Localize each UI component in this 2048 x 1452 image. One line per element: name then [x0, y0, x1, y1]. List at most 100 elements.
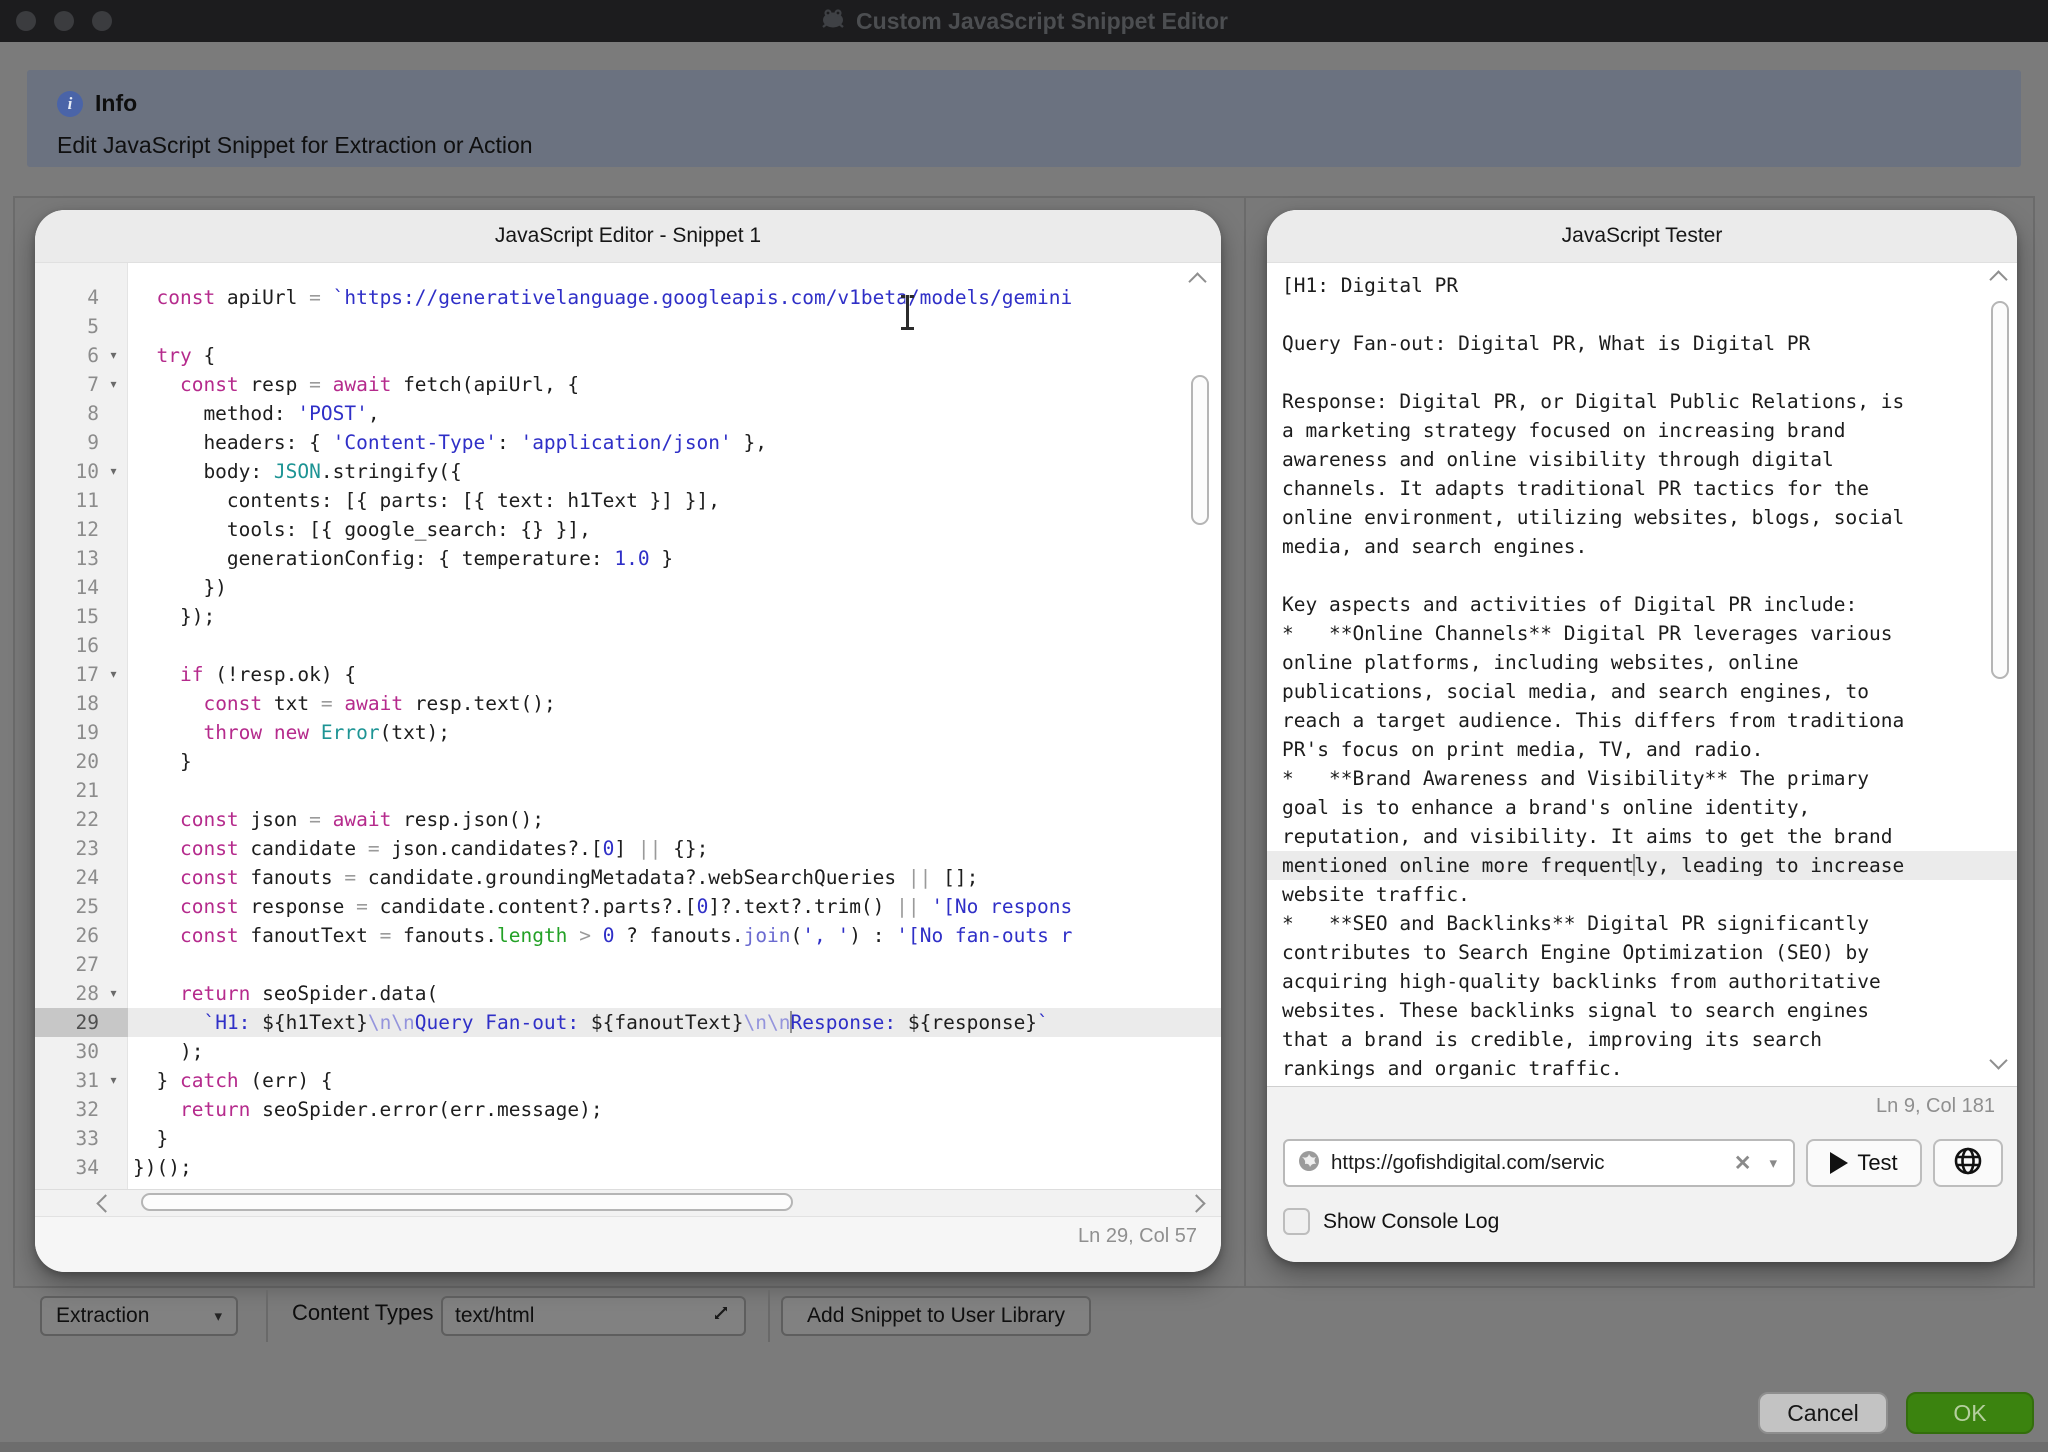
code-line[interactable]: 11 contents: [{ parts: [{ text: h1Text }…	[35, 486, 1221, 515]
tester-scrollbar-thumb[interactable]	[1991, 301, 2009, 679]
code-line[interactable]: 15 });	[35, 602, 1221, 631]
snippet-mode-select[interactable]: Extraction ▾	[40, 1296, 238, 1336]
ok-button[interactable]: OK	[1906, 1392, 2034, 1434]
code-line[interactable]: 18 const txt = await resp.text();	[35, 689, 1221, 718]
horizontal-scrollbar-thumb[interactable]	[141, 1193, 793, 1211]
tester-output-line: rankings and organic traffic.	[1267, 1054, 2017, 1083]
tester-output-line	[1267, 358, 2017, 387]
content-types-field[interactable]: text/html	[441, 1296, 746, 1336]
url-dropdown-caret-icon[interactable]: ▾	[1769, 1154, 1777, 1172]
tester-title: JavaScript Tester	[1267, 210, 2017, 263]
vertical-scrollbar-thumb[interactable]	[1191, 375, 1209, 525]
code-line[interactable]: 5	[35, 312, 1221, 341]
code-line[interactable]: 26 const fanoutText = fanouts.length > 0…	[35, 921, 1221, 950]
tester-output-line: PR's focus on print media, TV, and radio…	[1267, 735, 2017, 764]
code-line[interactable]: 30 );	[35, 1037, 1221, 1066]
tester-output-line: a marketing strategy focused on increasi…	[1267, 416, 2017, 445]
info-panel: i Info Edit JavaScript Snippet for Extra…	[27, 70, 2021, 167]
code-line[interactable]: 28▾ return seoSpider.data(	[35, 979, 1221, 1008]
tester-controls: Ln 9, Col 181 https://gofishdigital.com/…	[1267, 1086, 2017, 1262]
code-line[interactable]: 27	[35, 950, 1221, 979]
line-number: 21	[35, 776, 99, 805]
line-number: 33	[35, 1124, 99, 1153]
mouse-cursor	[897, 295, 919, 330]
code-line[interactable]: 29 `H1: ${h1Text}\n\nQuery Fan-out: ${fa…	[35, 1008, 1221, 1037]
tester-output-line: mentioned online more frequently, leadin…	[1267, 851, 2017, 880]
line-number: 5	[35, 312, 99, 341]
url-value[interactable]: https://gofishdigital.com/servic	[1331, 1151, 1724, 1175]
fold-caret-icon[interactable]: ▾	[99, 1066, 128, 1095]
tester-output-line: reach a target audience. This differs fr…	[1267, 706, 2017, 735]
code-line[interactable]: 32 return seoSpider.error(err.message);	[35, 1095, 1221, 1124]
code-editor[interactable]: 4 const apiUrl = `https://generativelang…	[35, 263, 1221, 1189]
horizontal-scrollbar[interactable]	[35, 1189, 1221, 1216]
divider	[768, 1290, 770, 1342]
scroll-right-arrow[interactable]	[1190, 1197, 1203, 1215]
snippet-editor-window: Custom JavaScript Snippet Editor i Info …	[0, 0, 2048, 1452]
line-number: 22	[35, 805, 99, 834]
code-line[interactable]: 23 const candidate = json.candidates?.[0…	[35, 834, 1221, 863]
tester-output-line: goal is to enhance a brand's online iden…	[1267, 793, 2017, 822]
fold-caret-icon[interactable]: ▾	[99, 341, 128, 370]
code-line[interactable]: 4 const apiUrl = `https://generativelang…	[35, 283, 1221, 312]
scroll-up-arrow[interactable]	[1191, 275, 1204, 293]
tester-output[interactable]: [H1: Digital PRQuery Fan-out: Digital PR…	[1267, 263, 2017, 1086]
code-line[interactable]: 17▾ if (!resp.ok) {	[35, 660, 1221, 689]
code-line[interactable]: 21	[35, 776, 1221, 805]
url-input[interactable]: https://gofishdigital.com/servic ✕ ▾	[1283, 1139, 1795, 1187]
cancel-button[interactable]: Cancel	[1758, 1392, 1888, 1434]
code-line[interactable]: 31▾ } catch (err) {	[35, 1066, 1221, 1095]
code-line[interactable]: 12 tools: [{ google_search: {} }],	[35, 515, 1221, 544]
code-line[interactable]: 20 }	[35, 747, 1221, 776]
line-number: 18	[35, 689, 99, 718]
tester-output-line: media, and search engines.	[1267, 532, 2017, 561]
line-number: 12	[35, 515, 99, 544]
test-button[interactable]: Test	[1806, 1139, 1922, 1187]
browser-globe-icon	[1953, 1146, 1983, 1181]
add-snippet-to-library-button[interactable]: Add Snippet to User Library	[781, 1296, 1091, 1336]
tester-output-line: websites. These backlinks signal to sear…	[1267, 996, 2017, 1025]
code-line[interactable]: 24 const fanouts = candidate.groundingMe…	[35, 863, 1221, 892]
code-line[interactable]: 9 headers: { 'Content-Type': 'applicatio…	[35, 428, 1221, 457]
info-icon: i	[57, 91, 83, 117]
fold-caret-icon[interactable]: ▾	[99, 457, 128, 486]
fold-caret-icon[interactable]: ▾	[99, 370, 128, 399]
tester-output-line: * **SEO and Backlinks** Digital PR signi…	[1267, 909, 2017, 938]
clear-url-icon[interactable]: ✕	[1734, 1151, 1752, 1176]
code-line[interactable]: 34})();	[35, 1153, 1221, 1182]
fold-caret-icon[interactable]: ▾	[99, 979, 128, 1008]
editor-title: JavaScript Editor - Snippet 1	[35, 210, 1221, 263]
bottom-bar: Extraction ▾ Content Types text/html Add…	[0, 1292, 2048, 1340]
code-line[interactable]: 22 const json = await resp.json();	[35, 805, 1221, 834]
line-number: 27	[35, 950, 99, 979]
line-number: 11	[35, 486, 99, 515]
code-line[interactable]: 33 }	[35, 1124, 1221, 1153]
code-line[interactable]: 13 generationConfig: { temperature: 1.0 …	[35, 544, 1221, 573]
tester-scroll-down-arrow[interactable]	[1992, 1054, 2005, 1072]
show-console-log-checkbox[interactable]	[1283, 1208, 1310, 1235]
tester-output-line: Query Fan-out: Digital PR, What is Digit…	[1267, 329, 2017, 358]
tester-scroll-up-arrow[interactable]	[1992, 273, 2005, 291]
line-number: 9	[35, 428, 99, 457]
tester-output-line: reputation, and visibility. It aims to g…	[1267, 822, 2017, 851]
tester-output-line: publications, social media, and search e…	[1267, 677, 2017, 706]
code-line[interactable]: 7▾ const resp = await fetch(apiUrl, {	[35, 370, 1221, 399]
code-line[interactable]: 16	[35, 631, 1221, 660]
code-line[interactable]: 14 })	[35, 573, 1221, 602]
code-line[interactable]: 10▾ body: JSON.stringify({	[35, 457, 1221, 486]
open-in-browser-button[interactable]	[1933, 1139, 2003, 1187]
tester-output-line: contributes to Search Engine Optimizatio…	[1267, 938, 2017, 967]
app-icon	[820, 5, 846, 37]
expand-icon[interactable]	[710, 1302, 732, 1330]
code-line[interactable]: 6▾ try {	[35, 341, 1221, 370]
code-line[interactable]: 19 throw new Error(txt);	[35, 718, 1221, 747]
fold-caret-icon[interactable]: ▾	[99, 660, 128, 689]
line-number: 4	[35, 283, 99, 312]
line-number: 17	[35, 660, 99, 689]
tester-output-line: acquiring high-quality backlinks from au…	[1267, 967, 2017, 996]
divider	[266, 1290, 268, 1342]
tester-output-line	[1267, 561, 2017, 590]
code-line[interactable]: 25 const response = candidate.content?.p…	[35, 892, 1221, 921]
scroll-left-arrow[interactable]	[99, 1197, 112, 1215]
code-line[interactable]: 8 method: 'POST',	[35, 399, 1221, 428]
